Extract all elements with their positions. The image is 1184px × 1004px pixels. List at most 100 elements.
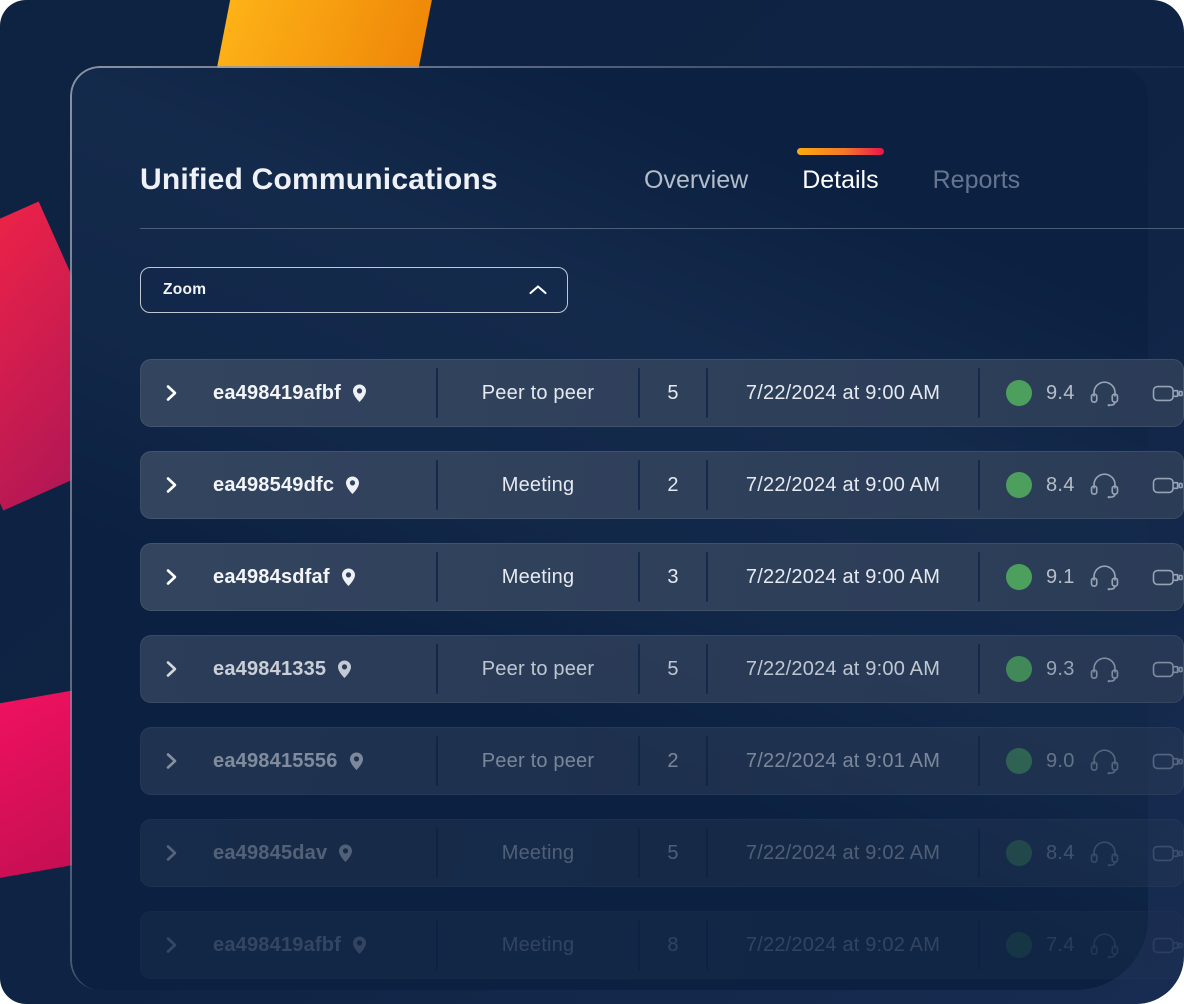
location-pin-icon: [352, 384, 367, 403]
session-id-cell: ea498415556: [201, 728, 436, 794]
chevron-up-icon: [529, 285, 547, 295]
status-dot: [1006, 748, 1032, 774]
session-id-cell: ea49841335: [201, 636, 436, 702]
session-id: ea49845dav: [213, 842, 327, 865]
location-pin-icon: [345, 476, 360, 495]
headset-icon[interactable]: [1089, 379, 1120, 407]
chevron-right-icon: [161, 934, 181, 956]
video-camera-icon[interactable]: [1152, 658, 1184, 681]
page-title: Unified Communications: [140, 160, 498, 200]
header-divider: [140, 228, 1184, 229]
session-id: ea498419afbf: [213, 934, 341, 957]
call-type: Meeting: [438, 452, 638, 518]
video-camera-icon[interactable]: [1152, 474, 1184, 497]
status-dot: [1006, 564, 1032, 590]
quality-cell: 9.4: [980, 360, 1184, 426]
status-dot: [1006, 932, 1032, 958]
status-dot: [1006, 840, 1032, 866]
tab-overview[interactable]: Overview: [644, 160, 748, 200]
app-screen: Unified Communications Overview Details …: [0, 0, 1184, 1004]
chevron-right-icon: [161, 566, 181, 588]
participant-count: 2: [640, 452, 706, 518]
header: Unified Communications Overview Details …: [140, 160, 1148, 200]
table-row[interactable]: ea498419afbf Meeting 8 7/22/2024 at 9:02…: [140, 911, 1184, 979]
quality-score: 7.4: [1046, 934, 1075, 957]
session-id: ea498419afbf: [213, 382, 341, 405]
call-datetime: 7/22/2024 at 9:02 AM: [708, 912, 978, 978]
session-id: ea4984sdfaf: [213, 566, 330, 589]
headset-icon[interactable]: [1089, 747, 1120, 775]
chevron-right-icon: [161, 750, 181, 772]
expand-row-button[interactable]: [141, 360, 201, 426]
quality-cell: 9.1: [980, 544, 1184, 610]
headset-icon[interactable]: [1089, 931, 1120, 959]
video-camera-icon[interactable]: [1152, 750, 1184, 773]
call-type: Peer to peer: [438, 636, 638, 702]
quality-score: 9.3: [1046, 658, 1075, 681]
session-id: ea498549dfc: [213, 474, 334, 497]
participant-count: 2: [640, 728, 706, 794]
location-pin-icon: [341, 568, 356, 587]
session-id: ea49841335: [213, 658, 326, 681]
call-type: Meeting: [438, 912, 638, 978]
session-id-cell: ea498419afbf: [201, 912, 436, 978]
quality-cell: 9.0: [980, 728, 1184, 794]
call-datetime: 7/22/2024 at 9:00 AM: [708, 360, 978, 426]
status-dot: [1006, 656, 1032, 682]
chevron-right-icon: [161, 842, 181, 864]
chevron-right-icon: [161, 658, 181, 680]
table-row[interactable]: ea49841335 Peer to peer 5 7/22/2024 at 9…: [140, 635, 1184, 703]
headset-icon[interactable]: [1089, 655, 1120, 683]
expand-row-button[interactable]: [141, 820, 201, 886]
participant-count: 5: [640, 360, 706, 426]
headset-icon[interactable]: [1089, 471, 1120, 499]
quality-score: 9.1: [1046, 566, 1075, 589]
table-row[interactable]: ea498419afbf Peer to peer 5 7/22/2024 at…: [140, 359, 1184, 427]
video-camera-icon[interactable]: [1152, 382, 1184, 405]
location-pin-icon: [349, 752, 364, 771]
quality-score: 9.0: [1046, 750, 1075, 773]
call-type: Peer to peer: [438, 728, 638, 794]
session-id: ea498415556: [213, 750, 338, 773]
video-camera-icon[interactable]: [1152, 566, 1184, 589]
location-pin-icon: [352, 936, 367, 955]
video-camera-icon[interactable]: [1152, 934, 1184, 957]
main-panel: Unified Communications Overview Details …: [72, 68, 1148, 990]
tab-reports[interactable]: Reports: [933, 160, 1021, 200]
quality-cell: 8.4: [980, 452, 1184, 518]
expand-row-button[interactable]: [141, 452, 201, 518]
zoom-filter-label: Zoom: [163, 281, 206, 299]
call-type: Peer to peer: [438, 360, 638, 426]
call-datetime: 7/22/2024 at 9:02 AM: [708, 820, 978, 886]
expand-row-button[interactable]: [141, 544, 201, 610]
participant-count: 3: [640, 544, 706, 610]
chevron-right-icon: [161, 474, 181, 496]
video-camera-icon[interactable]: [1152, 842, 1184, 865]
table-row[interactable]: ea498549dfc Meeting 2 7/22/2024 at 9:00 …: [140, 451, 1184, 519]
quality-cell: 9.3: [980, 636, 1184, 702]
status-dot: [1006, 380, 1032, 406]
tab-details[interactable]: Details: [802, 160, 878, 200]
quality-score: 9.4: [1046, 382, 1075, 405]
expand-row-button[interactable]: [141, 912, 201, 978]
call-datetime: 7/22/2024 at 9:00 AM: [708, 636, 978, 702]
zoom-filter-dropdown[interactable]: Zoom: [140, 267, 568, 313]
headset-icon[interactable]: [1089, 839, 1120, 867]
call-list: ea498419afbf Peer to peer 5 7/22/2024 at…: [140, 359, 1184, 1003]
session-id-cell: ea498419afbf: [201, 360, 436, 426]
expand-row-button[interactable]: [141, 636, 201, 702]
headset-icon[interactable]: [1089, 563, 1120, 591]
participant-count: 8: [640, 912, 706, 978]
session-id-cell: ea498549dfc: [201, 452, 436, 518]
table-row[interactable]: ea498415556 Peer to peer 2 7/22/2024 at …: [140, 727, 1184, 795]
expand-row-button[interactable]: [141, 728, 201, 794]
call-datetime: 7/22/2024 at 9:00 AM: [708, 452, 978, 518]
participant-count: 5: [640, 636, 706, 702]
quality-score: 8.4: [1046, 474, 1075, 497]
table-row[interactable]: ea4984sdfaf Meeting 3 7/22/2024 at 9:00 …: [140, 543, 1184, 611]
location-pin-icon: [338, 844, 353, 863]
table-row[interactable]: ea49845dav Meeting 5 7/22/2024 at 9:02 A…: [140, 819, 1184, 887]
call-datetime: 7/22/2024 at 9:00 AM: [708, 544, 978, 610]
call-type: Meeting: [438, 544, 638, 610]
quality-cell: 8.4: [980, 820, 1184, 886]
